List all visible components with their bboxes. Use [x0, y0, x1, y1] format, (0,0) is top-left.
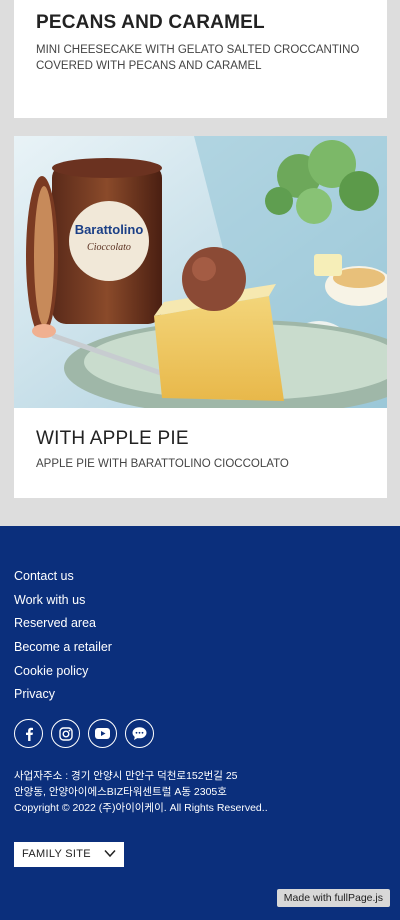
product-title: WITH APPLE PIE — [36, 428, 189, 449]
instagram-icon[interactable] — [51, 719, 80, 748]
footer-link-cookie-policy[interactable]: Cookie policy — [14, 661, 112, 685]
site-footer: Contact us Work with us Reserved area Be… — [0, 526, 400, 920]
family-site-select[interactable]: FAMILY SITE — [14, 842, 124, 867]
social-links — [14, 719, 154, 748]
address-line: 사업자주소 : 경기 안양시 만안구 덕천로152번길 25 — [14, 770, 238, 782]
facebook-icon[interactable] — [14, 719, 43, 748]
product-card-pecans: PECANS AND CARAMEL MINI CHEESECAKE WITH … — [14, 0, 387, 118]
product-description: APPLE PIE WITH BARATTOLINO CIOCCOLATO — [36, 458, 289, 470]
product-card-apple-pie: Barattolino Cioccolato WITH APPLE PIE AP… — [14, 136, 387, 498]
address-line: 안양동, 안양아이에스BIZ타워센트럴 A동 2305호 — [14, 786, 227, 798]
footer-link-retailer[interactable]: Become a retailer — [14, 637, 112, 661]
product-photo: Barattolino Cioccolato — [14, 136, 387, 408]
footer-link-privacy[interactable]: Privacy — [14, 684, 112, 708]
product-description: MINI CHEESECAKE WITH GELATO SALTED CROCC… — [36, 44, 360, 72]
product-title: PECANS AND CARAMEL — [36, 12, 265, 33]
footer-links: Contact us Work with us Reserved area Be… — [14, 566, 112, 708]
footer-link-work[interactable]: Work with us — [14, 590, 112, 614]
chevron-down-icon — [104, 849, 116, 858]
made-with-badge[interactable]: Made with fullPage.js — [276, 889, 390, 907]
family-site-label: FAMILY SITE — [22, 848, 91, 860]
jar-flavor-text: Cioccolato — [87, 242, 131, 253]
chat-icon[interactable] — [125, 719, 154, 748]
youtube-icon[interactable] — [88, 719, 117, 748]
company-info: 사업자주소 : 경기 안양시 만안구 덕천로152번길 25 안양동, 안양아이… — [14, 768, 374, 816]
jar-brand-text: Barattolino — [75, 222, 144, 237]
footer-link-reserved-area[interactable]: Reserved area — [14, 613, 112, 637]
copyright: Copyright © 2022 (주)아이이케이. All Rights Re… — [14, 802, 268, 814]
footer-link-contact[interactable]: Contact us — [14, 566, 112, 590]
